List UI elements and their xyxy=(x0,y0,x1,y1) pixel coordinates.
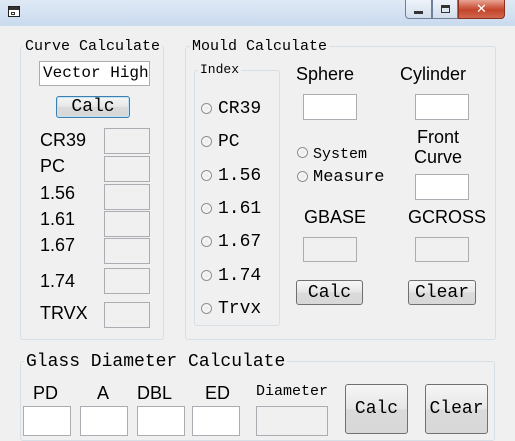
radio-156-label: 1.56 xyxy=(218,166,262,186)
curve-label-cr39: CR39 xyxy=(40,130,87,150)
radio-174-label: 1.74 xyxy=(218,266,262,286)
curve-label-161: 1.61 xyxy=(40,209,76,229)
curve-cr39-output xyxy=(104,128,150,154)
diameter-label: Diameter xyxy=(256,383,329,400)
mould-clear-button[interactable]: Clear xyxy=(408,280,476,305)
glass-clear-button[interactable]: Clear xyxy=(425,384,488,434)
a-label: A xyxy=(97,383,110,403)
front-curve-label: Front Curve xyxy=(414,127,463,167)
dbl-label: DBL xyxy=(137,383,173,403)
curve-label-pc: PC xyxy=(40,156,66,176)
curve-calculate-legend: Curve Calculate xyxy=(23,38,163,55)
curve-174-output xyxy=(104,268,150,294)
radio-system-label: System xyxy=(313,146,368,163)
radio-174[interactable] xyxy=(201,270,212,281)
curve-156-output xyxy=(104,184,150,210)
close-icon: ✕ xyxy=(476,1,487,17)
mould-calculate-legend: Mould Calculate xyxy=(190,38,330,55)
radio-trvx[interactable] xyxy=(201,303,212,314)
radio-167[interactable] xyxy=(201,236,212,247)
pd-label: PD xyxy=(33,383,59,403)
radio-measure[interactable] xyxy=(297,171,308,182)
curve-label-156: 1.56 xyxy=(40,183,76,203)
curve-trvx-output xyxy=(104,302,150,328)
cylinder-input[interactable] xyxy=(415,94,469,120)
curve-calc-button[interactable]: Calc xyxy=(56,96,130,118)
radio-156[interactable] xyxy=(201,170,212,181)
maximize-icon xyxy=(440,5,450,13)
mould-calc-button[interactable]: Calc xyxy=(296,280,363,305)
sphere-label: Sphere xyxy=(296,64,355,84)
gbase-output xyxy=(303,237,357,262)
radio-161[interactable] xyxy=(201,203,212,214)
gcross-label: GCROSS xyxy=(408,207,487,227)
a-input[interactable] xyxy=(80,406,128,436)
radio-pc-label: PC xyxy=(218,132,240,152)
minimize-icon xyxy=(414,10,423,14)
radio-167-label: 1.67 xyxy=(218,232,262,252)
curve-161-output xyxy=(104,211,150,237)
ed-label: ED xyxy=(205,383,231,403)
radio-trvx-label: Trvx xyxy=(218,299,262,319)
ed-input[interactable] xyxy=(192,406,240,436)
curve-label-174: 1.74 xyxy=(40,271,76,291)
radio-161-label: 1.61 xyxy=(218,199,262,219)
dbl-input[interactable] xyxy=(137,406,185,436)
vector-hight-input[interactable]: Vector Hight xyxy=(39,61,150,86)
gbase-label: GBASE xyxy=(304,207,367,227)
radio-pc[interactable] xyxy=(201,136,212,147)
maximize-button[interactable] xyxy=(432,0,458,19)
radio-cr39-label: CR39 xyxy=(218,99,262,119)
curve-label-trvx: TRVX xyxy=(40,303,88,323)
glass-diameter-legend: Glass Diameter Calculate xyxy=(24,352,288,372)
radio-system[interactable] xyxy=(297,147,308,158)
sphere-input[interactable] xyxy=(303,94,357,120)
close-button[interactable]: ✕ xyxy=(458,0,505,19)
minimize-button[interactable] xyxy=(405,0,432,19)
cylinder-label: Cylinder xyxy=(400,64,467,84)
radio-measure-label: Measure xyxy=(313,168,385,187)
radio-cr39[interactable] xyxy=(201,103,212,114)
curve-pc-output xyxy=(104,156,150,182)
front-curve-input[interactable] xyxy=(415,174,469,200)
diameter-output xyxy=(256,406,328,436)
glass-calc-button[interactable]: Calc xyxy=(345,384,408,434)
curve-label-167: 1.67 xyxy=(40,235,76,255)
gcross-output xyxy=(415,237,469,262)
index-legend: Index xyxy=(198,62,242,78)
curve-167-output xyxy=(104,238,150,264)
pd-input[interactable] xyxy=(23,406,71,436)
app-window-icon xyxy=(8,6,20,17)
